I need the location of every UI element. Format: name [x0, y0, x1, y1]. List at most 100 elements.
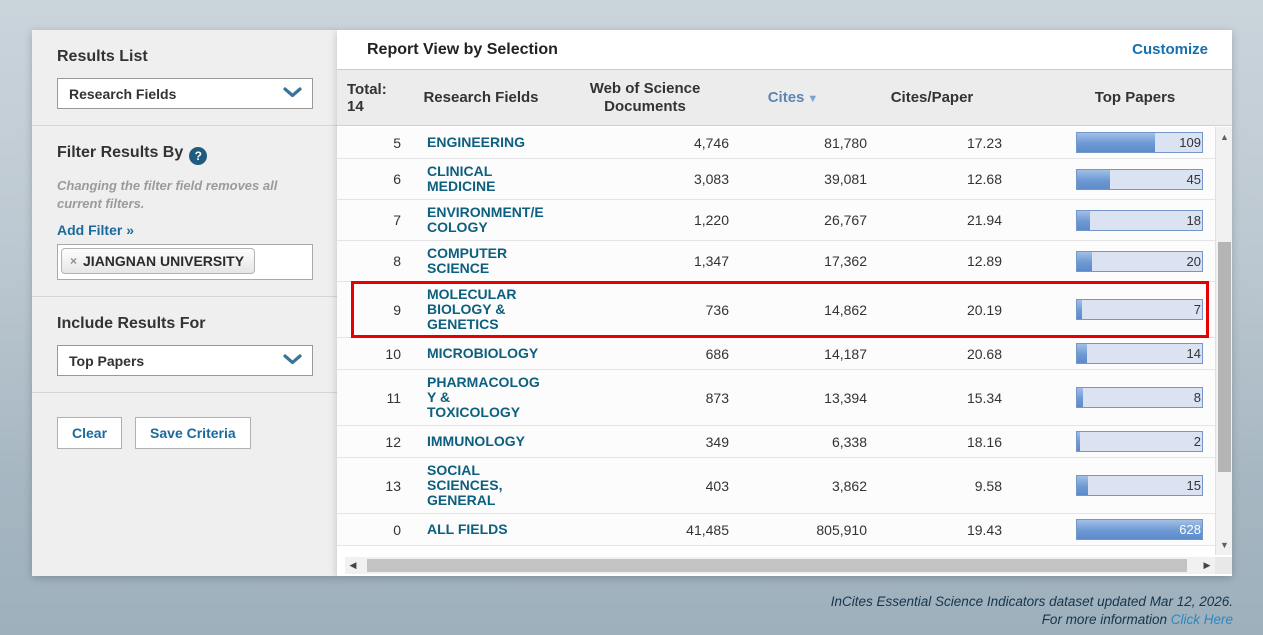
research-field-link[interactable]: ALL FIELDS	[427, 522, 577, 537]
wos-documents-value: 1,347	[577, 253, 729, 269]
filter-section-title: Filter Results By?	[57, 144, 313, 165]
save-criteria-button[interactable]: Save Criteria	[135, 417, 251, 449]
scroll-right-icon[interactable]: ▶	[1199, 557, 1215, 574]
research-field-link[interactable]: ENVIRONMENT/ECOLOGY	[427, 205, 577, 235]
scroll-left-icon[interactable]: ◀	[345, 557, 361, 574]
report-header: Report View by Selection Customize	[337, 30, 1232, 70]
row-rank: 10	[357, 346, 401, 362]
row-rank: 7	[357, 212, 401, 228]
scroll-down-icon[interactable]: ▼	[1216, 537, 1233, 553]
top-papers-bar-fill	[1077, 170, 1110, 189]
cites-per-paper-value: 12.89	[867, 253, 1002, 269]
research-field-link[interactable]: MOLECULARBIOLOGY &GENETICS	[427, 287, 577, 332]
cites-value: 6,338	[729, 434, 867, 450]
top-papers-value: 18	[1187, 211, 1201, 230]
wos-documents-value: 686	[577, 346, 729, 362]
vertical-scrollbar-thumb[interactable]	[1218, 242, 1231, 472]
top-papers-value: 20	[1187, 252, 1201, 271]
wos-documents-value: 41,485	[577, 522, 729, 538]
research-field-link[interactable]: SOCIALSCIENCES,GENERAL	[427, 463, 577, 508]
cites-per-paper-value: 19.43	[867, 522, 1002, 538]
column-header-cites-per-paper[interactable]: Cites/Paper	[857, 89, 1007, 106]
filter-chip-box: × JIANGNAN UNIVERSITY	[57, 244, 313, 280]
cites-value: 26,767	[729, 212, 867, 228]
remove-filter-icon[interactable]: ×	[70, 254, 77, 268]
table-row: 0 ALL FIELDS 41,485 805,910 19.43 628	[337, 514, 1215, 546]
research-field-link[interactable]: COMPUTERSCIENCE	[427, 246, 577, 276]
research-field-line: COMPUTER	[427, 246, 577, 261]
table-row: 11 PHARMACOLOGY &TOXICOLOGY 873 13,394 1…	[337, 370, 1215, 426]
cites-per-paper-value: 17.23	[867, 135, 1002, 151]
table-row: 13 SOCIALSCIENCES,GENERAL 403 3,862 9.58…	[337, 458, 1215, 514]
top-papers-bar[interactable]: 15	[1076, 475, 1203, 496]
top-papers-bar[interactable]: 14	[1076, 343, 1203, 364]
table-row: 9 MOLECULARBIOLOGY &GENETICS 736 14,862 …	[337, 282, 1215, 338]
cites-value: 13,394	[729, 390, 867, 406]
top-papers-bar-fill	[1077, 300, 1082, 319]
help-icon[interactable]: ?	[189, 147, 207, 165]
top-papers-bar[interactable]: 109	[1076, 132, 1203, 153]
top-papers-value: 14	[1187, 344, 1201, 363]
research-field-line: COLOGY	[427, 220, 577, 235]
add-filter-link[interactable]: Add Filter »	[57, 222, 134, 238]
results-list-dropdown[interactable]: Research Fields	[57, 78, 313, 109]
wos-documents-value: 3,083	[577, 171, 729, 187]
column-header-wos-documents[interactable]: Web of Science Documents	[561, 80, 729, 116]
dataset-footer: InCites Essential Science Indicators dat…	[831, 593, 1233, 629]
top-papers-bar-fill	[1077, 388, 1083, 407]
wos-documents-value: 349	[577, 434, 729, 450]
results-list-dropdown-value: Research Fields	[69, 86, 176, 102]
research-field-link[interactable]: CLINICALMEDICINE	[427, 164, 577, 194]
top-papers-bar[interactable]: 7	[1076, 299, 1203, 320]
cites-value: 14,187	[729, 346, 867, 362]
top-papers-bar[interactable]: 8	[1076, 387, 1203, 408]
include-results-title: Include Results For	[57, 315, 313, 333]
top-papers-bar[interactable]: 18	[1076, 210, 1203, 231]
cites-per-paper-value: 18.16	[867, 434, 1002, 450]
criteria-buttons-section: Clear Save Criteria	[32, 393, 337, 465]
top-papers-bar-fill	[1077, 344, 1087, 363]
top-papers-bar[interactable]: 45	[1076, 169, 1203, 190]
top-papers-bar[interactable]: 20	[1076, 251, 1203, 272]
customize-link[interactable]: Customize	[1132, 41, 1208, 58]
research-field-link[interactable]: PHARMACOLOGY &TOXICOLOGY	[427, 375, 577, 420]
click-here-link[interactable]: Click Here	[1171, 612, 1233, 627]
filter-title-text: Filter Results By	[57, 144, 183, 161]
column-header-research-fields[interactable]: Research Fields	[401, 89, 561, 106]
vertical-scrollbar[interactable]: ▲ ▼	[1215, 127, 1232, 555]
table-row: 5 ENGINEERING 4,746 81,780 17.23 109	[337, 127, 1215, 159]
research-field-link[interactable]: IMMUNOLOGY	[427, 434, 577, 449]
top-papers-value: 45	[1187, 170, 1201, 189]
include-results-dropdown[interactable]: Top Papers	[57, 345, 313, 376]
research-field-link[interactable]: MICROBIOLOGY	[427, 346, 577, 361]
scroll-up-icon[interactable]: ▲	[1216, 129, 1233, 145]
research-field-line: Y &	[427, 390, 577, 405]
top-papers-bar-fill	[1077, 133, 1155, 152]
research-field-line: ALL FIELDS	[427, 522, 577, 537]
horizontal-scrollbar[interactable]: ◀ ▶	[345, 557, 1215, 574]
table-row: 6 CLINICALMEDICINE 3,083 39,081 12.68 45	[337, 159, 1215, 200]
chevron-down-icon	[283, 85, 302, 103]
horizontal-scrollbar-thumb[interactable]	[367, 559, 1187, 572]
research-field-line: BIOLOGY &	[427, 302, 577, 317]
top-papers-bar-fill	[1077, 211, 1090, 230]
cites-per-paper-value: 15.34	[867, 390, 1002, 406]
research-field-link[interactable]: ENGINEERING	[427, 135, 577, 150]
clear-button[interactable]: Clear	[57, 417, 122, 449]
results-list-title: Results List	[57, 48, 313, 66]
column-header-cites[interactable]: Cites▼	[729, 89, 857, 106]
research-field-line: ENGINEERING	[427, 135, 577, 150]
scrollbar-corner	[1215, 557, 1232, 574]
row-rank: 5	[357, 135, 401, 151]
filter-chip[interactable]: × JIANGNAN UNIVERSITY	[61, 248, 255, 274]
top-papers-bar[interactable]: 628	[1076, 519, 1203, 540]
wos-documents-value: 4,746	[577, 135, 729, 151]
table-body: 5 ENGINEERING 4,746 81,780 17.23 109 6 C…	[337, 127, 1215, 555]
wos-documents-value: 1,220	[577, 212, 729, 228]
filter-note: Changing the filter field removes all cu…	[57, 177, 313, 212]
cites-per-paper-value: 21.94	[867, 212, 1002, 228]
column-header-top-papers[interactable]: Top Papers	[1050, 89, 1220, 106]
top-papers-bar[interactable]: 2	[1076, 431, 1203, 452]
total-value: 14	[347, 98, 401, 115]
row-rank: 12	[357, 434, 401, 450]
